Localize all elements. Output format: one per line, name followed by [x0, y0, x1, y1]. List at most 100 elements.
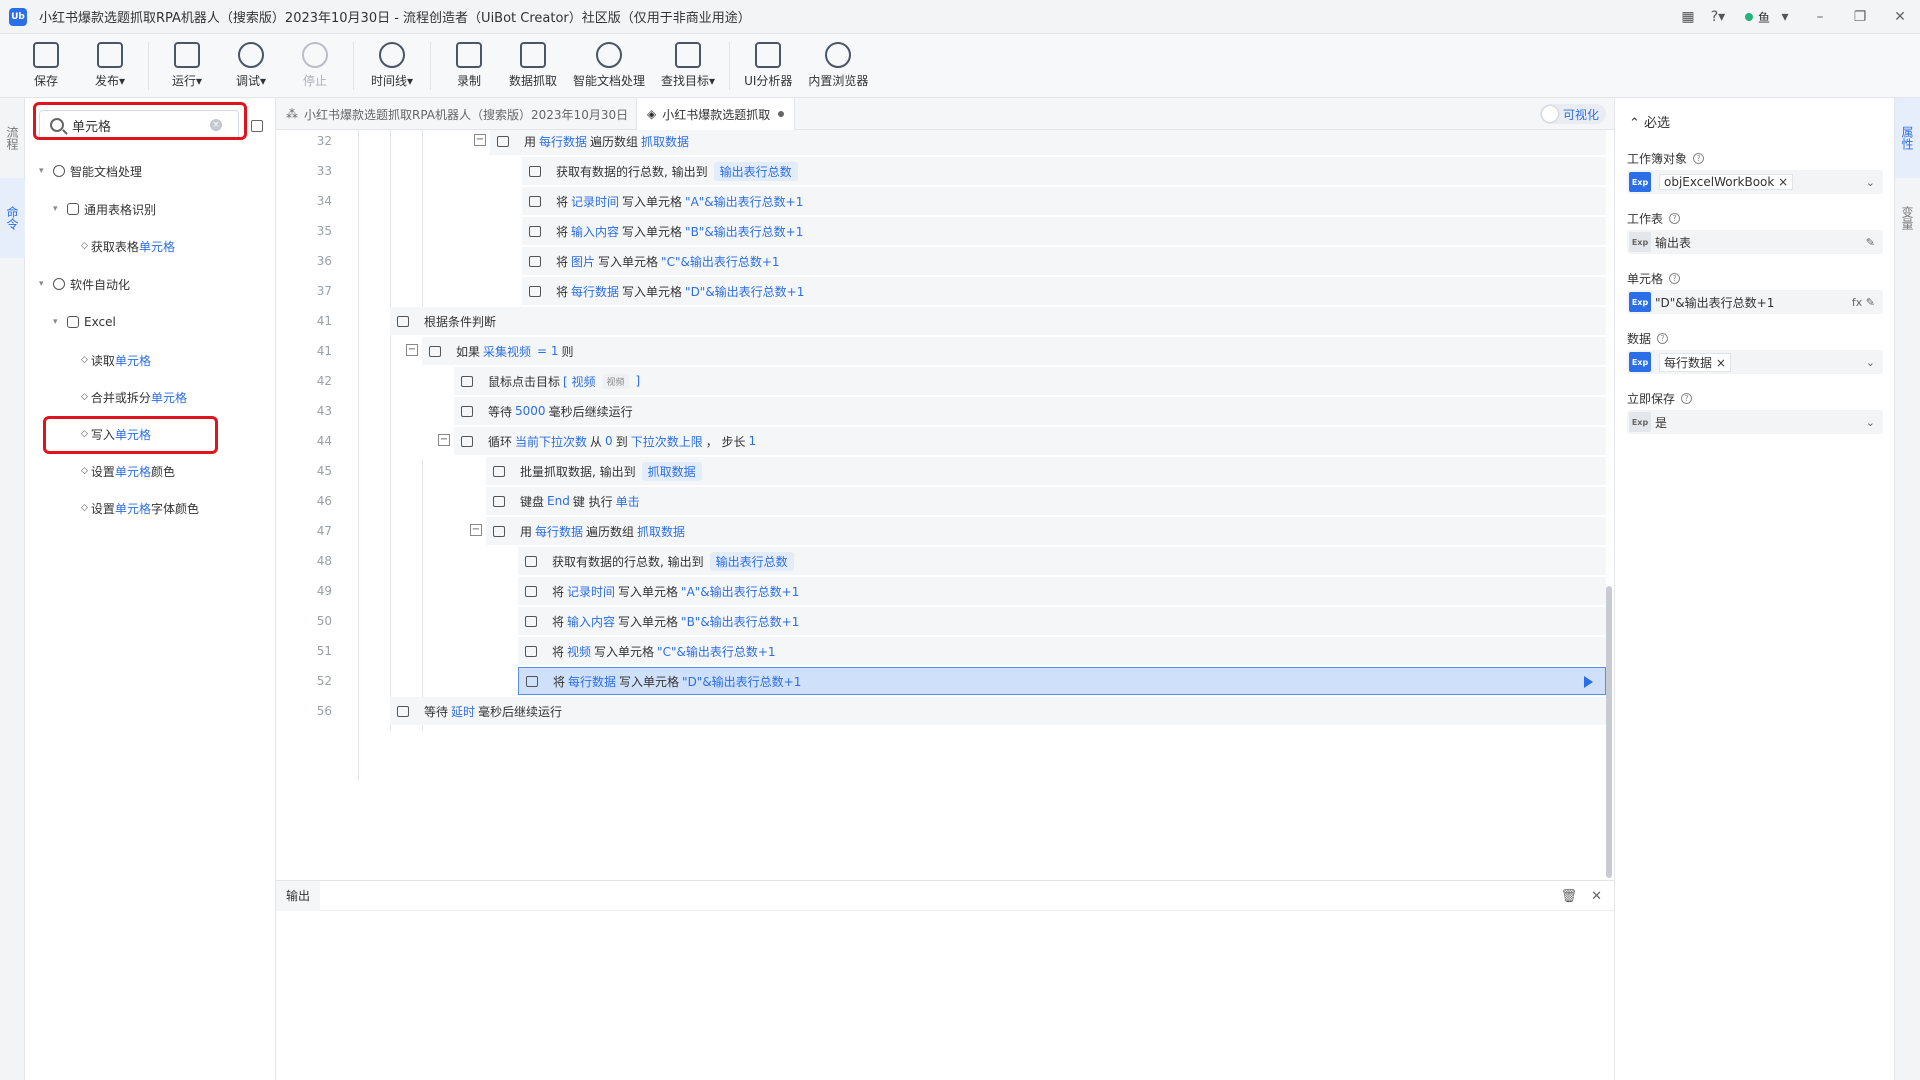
function-edit-icon[interactable]: fx ✎	[1852, 296, 1875, 309]
restore-button[interactable]: ❐	[1840, 0, 1880, 34]
chevron-down-icon[interactable]: ⌄	[1866, 356, 1875, 369]
run-button[interactable]: 运行▾	[163, 34, 211, 89]
tree-leaf-set-cell-color[interactable]: ◇ 设置 单元格 颜色	[81, 460, 175, 482]
find-target-button[interactable]: 查找目标▾	[661, 34, 715, 89]
code-line[interactable]: 49 将记录时间 写入单元格 "A"&输出表行总数+1	[276, 576, 1606, 606]
code-line[interactable]: 41 − 如果 采集视频 = 1则	[276, 336, 1606, 366]
batch-grab-block[interactable]: 批量抓取数据, 输出到 抓取数据	[486, 457, 1606, 485]
code-line[interactable]: 33 获取有数据的行总数, 输出到 输出表行总数	[276, 156, 1606, 186]
code-line[interactable]: 56 等待 延时 毫秒后继续运行	[276, 696, 1606, 726]
code-line[interactable]: 34 将记录时间 写入单元格 "A"&输出表行总数+1	[276, 186, 1606, 216]
code-line[interactable]: 46 键盘 End 键 执行 单击	[276, 486, 1606, 516]
write-cell-block[interactable]: 将每行数据 写入单元格 "D"&输出表行总数+1	[518, 667, 1606, 695]
write-cell-block[interactable]: 将每行数据 写入单元格 "D"&输出表行总数+1	[522, 277, 1606, 305]
click-target-block[interactable]: 鼠标点击目标[ 视频 视频]	[454, 367, 1606, 395]
collapse-toggle-icon[interactable]: −	[474, 134, 486, 146]
minimize-button[interactable]: –	[1800, 0, 1840, 34]
record-button[interactable]: 录制	[445, 34, 493, 89]
browser-button[interactable]: 内置浏览器	[808, 34, 868, 89]
tree-leaf-write-cell[interactable]: ◇ 写入 单元格	[81, 423, 151, 445]
data-field[interactable]: Exp 每行数据 × ⌄	[1627, 350, 1883, 374]
help-icon[interactable]: ?	[1657, 333, 1669, 344]
sheet-field[interactable]: Exp 输出表 ✎	[1627, 230, 1883, 254]
timeline-button[interactable]: 时间线▾	[368, 34, 416, 89]
exp-toggle[interactable]: Exp	[1629, 232, 1651, 252]
tree-node-table-recognition[interactable]: ▾ 通用表格识别	[53, 198, 156, 220]
tree-leaf-get-table-cell[interactable]: ◇ 获取表格 单元格	[81, 235, 175, 257]
clear-search-icon[interactable]: ×	[210, 119, 222, 131]
if-block[interactable]: 如果 采集视频 = 1则	[422, 337, 1606, 365]
tree-node-ai-doc[interactable]: ▾ 智能文档处理	[39, 160, 142, 182]
help-icon[interactable]: ?	[1669, 213, 1681, 224]
chevron-down-icon[interactable]: ▾	[39, 279, 49, 289]
collapse-toggle-icon[interactable]: −	[470, 524, 482, 536]
code-line[interactable]: 42 鼠标点击目标[ 视频 视频]	[276, 366, 1606, 396]
debug-button[interactable]: 调试▾	[227, 34, 275, 89]
help-icon[interactable]: ?	[1681, 393, 1693, 404]
code-line[interactable]: 35 将输入内容 写入单元格 "B"&输出表行总数+1	[276, 216, 1606, 246]
remove-tag-icon[interactable]: ×	[1716, 356, 1726, 370]
code-line[interactable]: 47 − 用每行数据 遍历数组 抓取数据	[276, 516, 1606, 546]
close-button[interactable]: ✕	[1880, 0, 1920, 34]
code-line[interactable]: 48 获取有数据的行总数, 输出到 输出表行总数	[276, 546, 1606, 576]
chevron-down-icon[interactable]: ▾	[39, 166, 49, 176]
code-line[interactable]: 43 等待 5000 毫秒后继续运行	[276, 396, 1606, 426]
ai-doc-button[interactable]: 智能文档处理	[573, 34, 645, 89]
cell-field[interactable]: Exp "D"&输出表行总数+1 fx ✎	[1627, 290, 1883, 314]
ui-analyzer-button[interactable]: UI分析器	[744, 34, 792, 89]
tab-sub-flow[interactable]: ◈ 小红书爆款选题抓取	[636, 98, 796, 130]
write-cell-block[interactable]: 将图片 写入单元格 "C"&输出表行总数+1	[522, 247, 1606, 275]
tab-properties[interactable]: 属性	[1895, 98, 1920, 178]
chevron-down-icon[interactable]: ▾	[53, 204, 63, 214]
required-section-header[interactable]: ⌃ 必选	[1629, 112, 1670, 131]
exp-toggle[interactable]: Exp	[1629, 352, 1651, 372]
keyboard-block[interactable]: 键盘 End 键 执行 单击	[486, 487, 1606, 515]
help-icon[interactable]: ?▾	[1703, 5, 1733, 29]
exp-toggle[interactable]: Exp	[1629, 172, 1651, 192]
tree-node-excel[interactable]: ▾ Excel	[53, 311, 116, 333]
tab-variables[interactable]: 变量	[1895, 178, 1920, 258]
tree-leaf-merge-split-cell[interactable]: ◇ 合并或拆分 单元格	[81, 386, 187, 408]
close-icon[interactable]: ✕	[1591, 889, 1602, 904]
save-button[interactable]: 保存	[22, 34, 70, 89]
code-line[interactable]: 45 批量抓取数据, 输出到 抓取数据	[276, 456, 1606, 486]
loop-array-block[interactable]: 用每行数据 遍历数组 抓取数据	[490, 130, 1606, 155]
help-icon[interactable]: ?	[1693, 153, 1705, 164]
code-line[interactable]: 50 将输入内容 写入单元格 "B"&输出表行总数+1	[276, 606, 1606, 636]
editor-scrollbar[interactable]	[1606, 586, 1612, 878]
filter-icon[interactable]	[251, 120, 263, 132]
tab-flow[interactable]: 流程	[0, 98, 25, 178]
exp-toggle[interactable]: Exp	[1629, 292, 1651, 312]
write-cell-block[interactable]: 将记录时间 写入单元格 "A"&输出表行总数+1	[522, 187, 1606, 215]
trash-icon[interactable]: 🗑	[1561, 889, 1578, 904]
code-line[interactable]: 41 根据条件判断	[276, 306, 1606, 336]
delay-block[interactable]: 等待 5000 毫秒后继续运行	[454, 397, 1606, 425]
save-now-select[interactable]: Exp 是 ⌄	[1627, 410, 1883, 434]
help-icon[interactable]: ?	[1669, 273, 1681, 284]
chevron-down-icon[interactable]: ▾	[53, 317, 63, 327]
write-cell-block[interactable]: 将记录时间 写入单元格 "A"&输出表行总数+1	[518, 577, 1606, 605]
get-row-count-block[interactable]: 获取有数据的行总数, 输出到 输出表行总数	[522, 157, 1606, 185]
tree-node-software-automation[interactable]: ▾ 软件自动化	[39, 273, 130, 295]
code-line[interactable]: 32 − 用每行数据 遍历数组 抓取数据	[276, 130, 1606, 156]
workbook-field[interactable]: Exp objExcelWorkBook × ⌄	[1627, 170, 1883, 194]
get-row-count-block[interactable]: 获取有数据的行总数, 输出到 输出表行总数	[518, 547, 1606, 575]
tree-leaf-read-cell[interactable]: ◇ 读取 单元格	[81, 349, 151, 371]
loop-range-block[interactable]: 循环 当前下拉次数从 0 到下拉次数上限， 步长 1	[454, 427, 1606, 455]
write-cell-block[interactable]: 将输入内容 写入单元格 "B"&输出表行总数+1	[518, 607, 1606, 635]
tab-commands[interactable]: 命令	[0, 178, 25, 258]
chevron-down-icon[interactable]: ▾	[1770, 5, 1800, 29]
code-line[interactable]: 36 将图片 写入单元格 "C"&输出表行总数+1	[276, 246, 1606, 276]
collapse-toggle-icon[interactable]: −	[406, 344, 418, 356]
exp-toggle[interactable]: Exp	[1629, 412, 1651, 432]
user-name[interactable]: 鱼	[1758, 9, 1770, 26]
write-cell-block[interactable]: 将视频 写入单元格 "C"&输出表行总数+1	[518, 637, 1606, 665]
chevron-down-icon[interactable]: ⌄	[1866, 176, 1875, 189]
data-grab-button[interactable]: 数据抓取	[509, 34, 557, 89]
stop-button[interactable]: 停止	[291, 34, 339, 89]
code-line[interactable]: 37 将每行数据 写入单元格 "D"&输出表行总数+1	[276, 276, 1606, 306]
code-line[interactable]: 44 − 循环 当前下拉次数从 0 到下拉次数上限， 步长 1	[276, 426, 1606, 456]
run-line-icon[interactable]	[1584, 676, 1593, 688]
condition-block[interactable]: 根据条件判断	[390, 307, 1606, 335]
visual-mode-toggle[interactable]: 可视化	[1540, 104, 1606, 124]
